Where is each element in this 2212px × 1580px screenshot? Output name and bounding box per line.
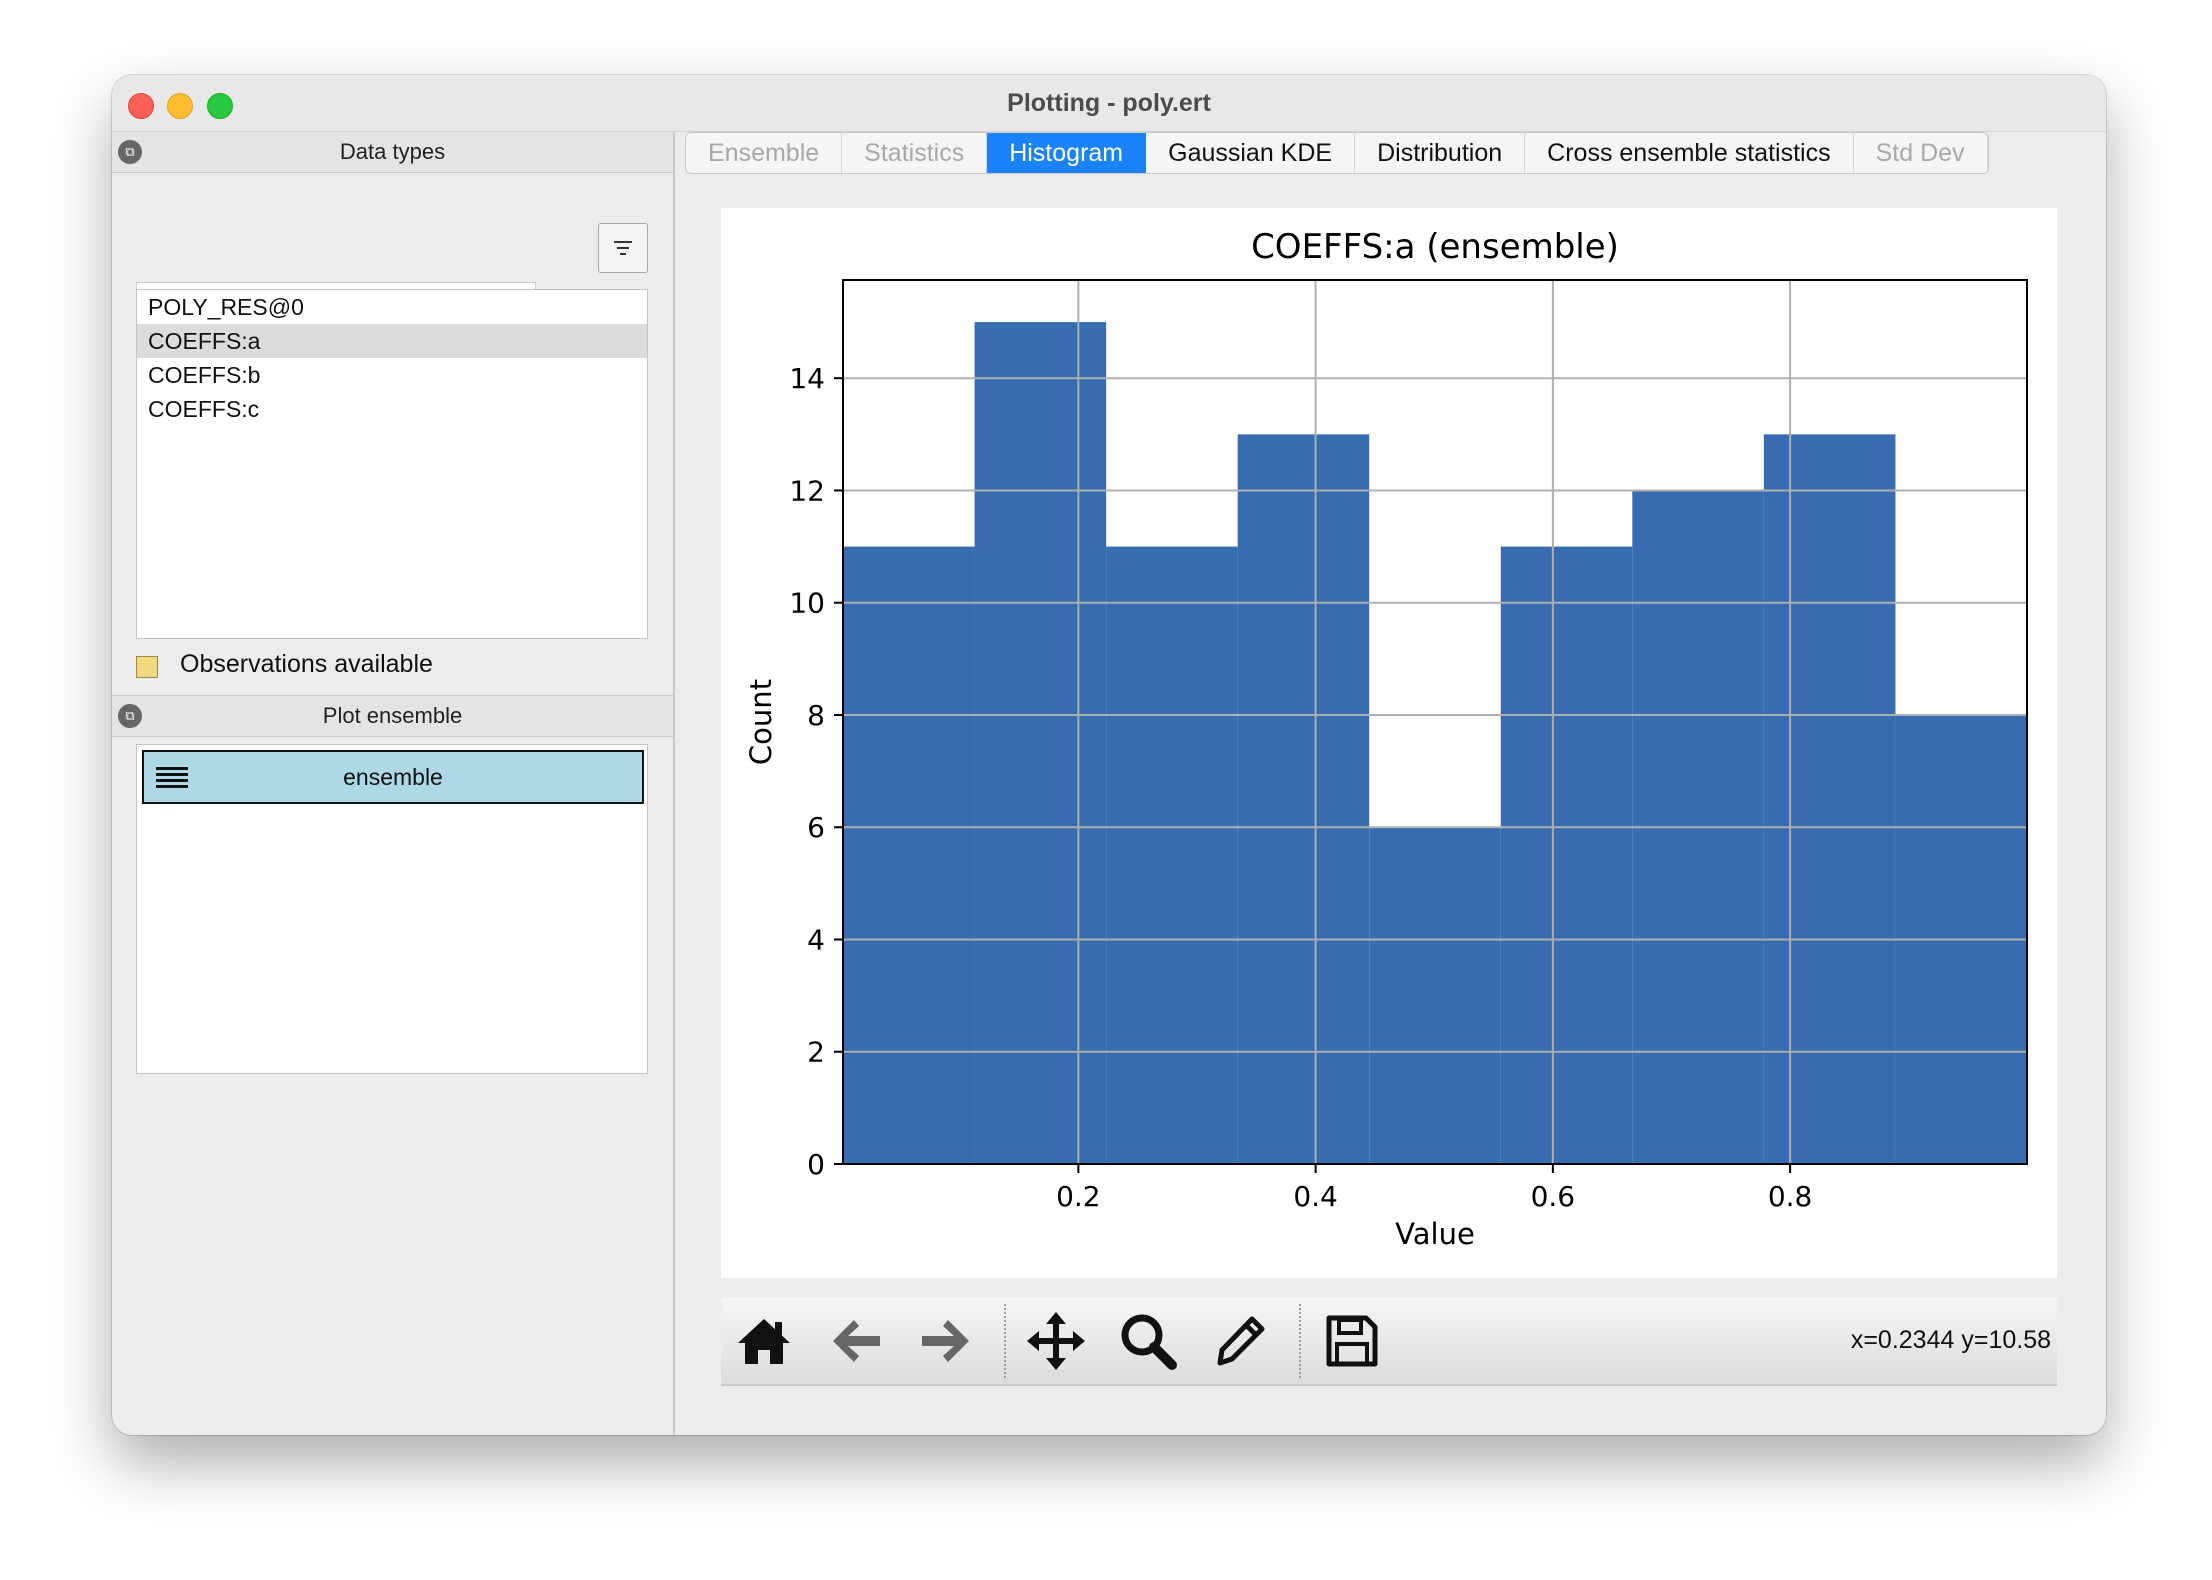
y-tick-label: 2: [807, 1036, 825, 1069]
y-tick-label: 8: [807, 699, 825, 732]
observations-label: Observations available: [180, 650, 433, 678]
histogram-bar: [1500, 546, 1633, 1164]
undock-icon[interactable]: ⧉: [118, 704, 142, 728]
data-types-title: Data types: [339, 139, 446, 164]
home-icon: [738, 1319, 790, 1364]
tab-statistics[interactable]: Statistics: [842, 133, 988, 173]
plot-ensemble-list[interactable]: ensemble: [136, 744, 648, 1074]
data-types-list[interactable]: POLY_RES@0 COEFFS:a COEFFS:b COEFFS:c: [136, 289, 648, 639]
tab-gaussian-kde[interactable]: Gaussian KDE: [1146, 133, 1356, 173]
list-item[interactable]: POLY_RES@0: [137, 290, 647, 324]
toolbar-separator: [1299, 1304, 1301, 1378]
histogram-bar: [1106, 546, 1238, 1164]
pan-button[interactable]: [1021, 1298, 1091, 1384]
plot-ensemble-title: Plot ensemble: [322, 703, 463, 728]
histogram-bar: [1763, 434, 1896, 1164]
tab-histogram[interactable]: Histogram: [987, 133, 1147, 173]
x-tick-label: 0.4: [1293, 1180, 1338, 1213]
back-arrow-icon: [833, 1320, 880, 1362]
tab-cross-ensemble-statistics[interactable]: Cross ensemble statistics: [1525, 133, 1854, 173]
forward-arrow-icon: [922, 1320, 969, 1362]
y-tick-label: 4: [807, 923, 825, 956]
chart-title: COEFFS:a (ensemble): [1251, 227, 1619, 267]
pan-icon: [1027, 1312, 1085, 1370]
plot-window: Plotting - poly.ert ⧉ Data types POLY_RE…: [112, 75, 2106, 1435]
y-tick-label: 6: [807, 811, 825, 844]
list-item[interactable]: COEFFS:b: [137, 358, 647, 392]
cursor-coordinates: x=0.2344 y=10.58: [1850, 1326, 2051, 1354]
x-tick-label: 0.2: [1056, 1180, 1101, 1213]
window-title: Plotting - poly.ert: [1007, 89, 1211, 117]
plot-type-tabs: Ensemble Statistics Histogram Gaussian KDE D…: [685, 132, 1989, 174]
plot-ensemble-header: ⧉ Plot ensemble: [112, 695, 673, 737]
x-tick-label: 0.6: [1531, 1180, 1576, 1213]
y-tick-label: 0: [807, 1148, 825, 1181]
x-tick-label: 0.8: [1768, 1180, 1813, 1213]
tab-std-dev[interactable]: Std Dev: [1854, 133, 1988, 173]
edit-button[interactable]: [1205, 1298, 1275, 1384]
forward-button[interactable]: [911, 1298, 981, 1384]
left-dock: ⧉ Data types POLY_RES@0 COEFFS:a COEFFS:…: [112, 132, 675, 1435]
y-tick-label: 10: [789, 587, 825, 620]
histogram-bar: [974, 322, 1107, 1165]
histogram-bar: [1369, 827, 1501, 1164]
plot-canvas[interactable]: 0.2 0.4 0.6 0.8 0 2 4 6 8 10 12 14 COEFFS:a (ensembl…: [721, 208, 2057, 1278]
y-tick-label: 14: [789, 362, 825, 395]
filter-icon: [614, 241, 632, 255]
observations-swatch: [136, 656, 158, 678]
histogram-bar: [843, 546, 975, 1164]
list-item[interactable]: COEFFS:c: [137, 392, 647, 426]
save-icon: [1326, 1315, 1378, 1367]
undock-icon[interactable]: ⧉: [118, 140, 142, 164]
back-button[interactable]: [821, 1298, 891, 1384]
zoom-icon: [1121, 1314, 1177, 1370]
tab-distribution[interactable]: Distribution: [1355, 133, 1526, 173]
histogram-chart: 0.2 0.4 0.6 0.8 0 2 4 6 8 10 12 14 COEFFS:a (ensembl…: [744, 227, 2028, 1251]
tab-ensemble[interactable]: Ensemble: [686, 133, 843, 173]
toolbar-separator: [1004, 1304, 1006, 1378]
home-button[interactable]: [729, 1298, 799, 1384]
filter-button[interactable]: [598, 223, 648, 273]
y-tick-label: 12: [789, 474, 825, 507]
list-item[interactable]: COEFFS:a: [137, 324, 647, 358]
histogram-bar: [1237, 434, 1370, 1164]
ensemble-label: ensemble: [343, 764, 443, 790]
save-button[interactable]: [1317, 1298, 1387, 1384]
plot-toolbar: x=0.2344 y=10.58: [721, 1298, 2057, 1386]
data-types-header: ⧉ Data types: [112, 132, 673, 173]
edit-icon: [1217, 1316, 1265, 1366]
zoom-button[interactable]: [1113, 1298, 1183, 1384]
title-bar: Plotting - poly.ert: [112, 75, 2106, 132]
y-axis-label: Count: [744, 679, 778, 765]
ensemble-item[interactable]: ensemble: [142, 750, 644, 804]
x-axis-label: Value: [1395, 1217, 1475, 1251]
